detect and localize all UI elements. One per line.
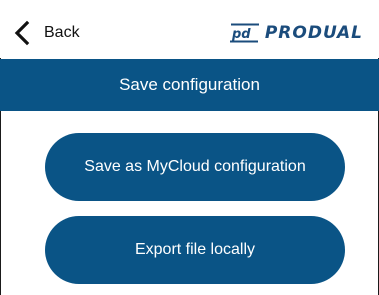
export-locally-button[interactable]: Export file locally	[45, 216, 345, 284]
svg-text:pd: pd	[231, 27, 251, 42]
brand-name: PRODUAL	[264, 23, 363, 43]
page-title: Save configuration	[119, 75, 260, 94]
title-bar: Save configuration	[0, 59, 379, 111]
save-mycloud-label: Save as MyCloud configuration	[84, 158, 306, 175]
top-bar: Back pd PRODUAL	[0, 0, 379, 58]
chevron-left-icon	[14, 20, 30, 46]
brand-logo: pd PRODUAL	[229, 22, 363, 44]
export-locally-label: Export file locally	[134, 241, 256, 258]
back-button[interactable]: Back	[12, 18, 80, 48]
back-label: Back	[44, 24, 80, 41]
save-mycloud-button[interactable]: Save as MyCloud configuration	[45, 133, 345, 201]
produal-logo-mark: pd	[229, 23, 259, 43]
